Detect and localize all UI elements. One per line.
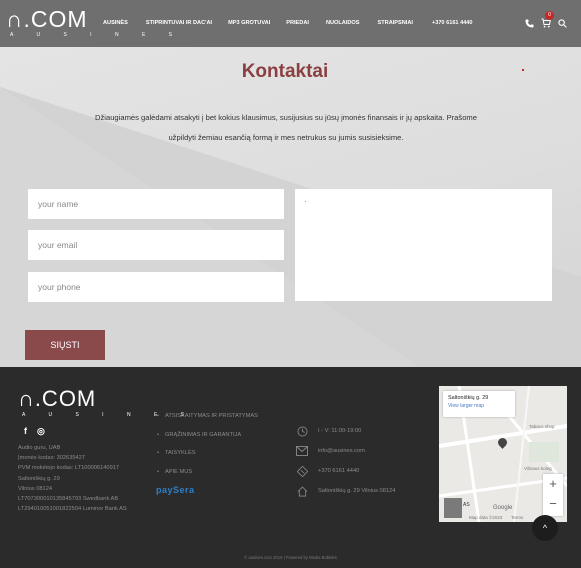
clock-icon <box>296 425 308 437</box>
footer-link-returns[interactable]: • GRĄŽINIMAS IR GARANTIJA <box>157 432 258 451</box>
contact-section: Kontaktai Džiaugiamės galėdami atsakyti … <box>0 47 581 367</box>
contact-email[interactable]: info@ausines.com <box>296 441 395 461</box>
map-zoom-controls: + − <box>543 474 563 516</box>
scroll-top-button[interactable]: ^ <box>532 515 558 541</box>
search-icon[interactable] <box>558 18 567 31</box>
footer-link-label: GRĄŽINIMAS IR GARANTIJA <box>165 431 242 438</box>
zoom-out-button[interactable]: − <box>543 494 563 514</box>
phone-icon[interactable] <box>525 18 534 31</box>
google-brand: Google <box>493 505 513 511</box>
contact-phone[interactable]: +370 6161 4440 <box>296 461 395 481</box>
bullet-icon: • <box>157 413 159 419</box>
name-placeholder: your name <box>38 199 79 209</box>
cart-icon[interactable]: 0 <box>541 11 554 31</box>
cart-count-badge: 0 <box>545 11 554 20</box>
paysera-logo: paySera <box>156 485 195 495</box>
map-street-label: Tabaco shop <box>529 424 555 429</box>
contact-address-text: Saltoniškių g. 29 Vilnius 08124 <box>318 488 396 494</box>
textarea-cursor <box>305 201 306 202</box>
company-line: Vilnius 08124 <box>18 485 53 492</box>
google-map[interactable]: Saltoniškių g. 29 View larger map Vilnia… <box>439 386 567 522</box>
logo-text: ∩.COM <box>6 6 88 32</box>
map-info-card: Saltoniškių g. 29 View larger map <box>443 391 515 417</box>
page-title: Kontaktai <box>241 61 329 82</box>
contact-phone-text: +370 6161 4440 <box>318 468 360 474</box>
phone-icon <box>296 465 308 477</box>
footer-logo-text: ∩.COM <box>18 386 97 411</box>
main-nav: AUSINĖS STIPRINTUVAI IR DAC'AI MP3 GROTU… <box>103 20 473 26</box>
footer-links: • ATSISKAITYMAS IR PRISTATYMAS • GRĄŽINIMA… <box>157 413 258 487</box>
company-line: Įmonės kodas: 302635427 <box>18 455 86 462</box>
decorative-dot <box>522 69 524 71</box>
bullet-icon: • <box>157 450 159 456</box>
map-data-label: Map data ©2023 <box>469 515 503 520</box>
footer-link-shipping[interactable]: • ATSISKAITYMAS IR PRISTATYMAS <box>157 413 258 432</box>
nav-item-ausines[interactable]: AUSINĖS <box>103 20 128 26</box>
company-line: Saltoniškių g. 29 <box>18 475 60 482</box>
nav-item-priedai[interactable]: PRIEDAI <box>286 20 309 26</box>
contact-info: I - V: 11:00-19:00 info@ausines.com +370… <box>296 421 395 501</box>
company-line: Audio guru, UAB <box>18 445 61 451</box>
phone-placeholder: your phone <box>38 282 81 292</box>
footer-link-label: APIE MUS <box>165 468 193 475</box>
name-field[interactable]: your name <box>28 189 284 219</box>
company-info: Audio guru, UAB Įmonės kodas: 302635427 … <box>18 443 127 514</box>
footer-link-label: ATSISKAITYMAS IR PRISTATYMAS <box>165 413 258 419</box>
mail-icon <box>296 445 308 457</box>
page: ∩.COM A U S I N E S AUSINĖS STIPRINTUVAI… <box>0 0 581 568</box>
map-terms-link[interactable]: Terms <box>511 515 523 520</box>
instagram-icon[interactable]: ◎ <box>37 426 45 437</box>
nav-item-stiprintuvai[interactable]: STIPRINTUVAI IR DAC'AI <box>146 20 212 26</box>
logo-subtext: A U S I N E S <box>10 32 184 38</box>
bullet-icon: • <box>157 431 159 438</box>
bullet-icon: • <box>157 468 159 475</box>
contact-address: Saltoniškių g. 29 Vilnius 08124 <box>296 481 395 501</box>
map-street-label: Vilniaus koleg <box>524 466 552 471</box>
map-street-label: AS <box>463 502 470 508</box>
contact-hours: I - V: 11:00-19:00 <box>296 421 395 441</box>
header-icons: 0 <box>518 11 567 31</box>
social-links: f ◎ <box>24 426 55 437</box>
email-placeholder: your email <box>38 240 78 250</box>
zoom-in-button[interactable]: + <box>543 474 563 494</box>
phone-field[interactable]: your phone <box>28 272 284 302</box>
company-line: PVM mokėtojo kodas: LT100006140917 <box>18 465 120 472</box>
company-line: LT707300010135845793 Swedbank AB <box>18 496 119 503</box>
facebook-icon[interactable]: f <box>24 426 27 437</box>
contact-hours-text: I - V: 11:00-19:00 <box>318 428 362 434</box>
nav-item-phone[interactable]: +370 6161 4440 <box>432 20 473 26</box>
map-larger-link[interactable]: View larger map <box>448 403 515 409</box>
contact-email-text: info@ausines.com <box>318 448 365 454</box>
site-header: ∩.COM A U S I N E S AUSINĖS STIPRINTUVAI… <box>0 0 581 47</box>
nav-item-straipsniai[interactable]: STRAIPSNIAI <box>378 20 413 26</box>
site-footer: ∩.COM A U S I N E S f ◎ Audio guru, UAB … <box>0 367 581 568</box>
email-field[interactable]: your email <box>28 230 284 260</box>
home-icon <box>296 485 308 497</box>
send-button[interactable]: SIŲSTI <box>25 330 105 360</box>
message-textarea[interactable] <box>295 189 552 301</box>
chevron-up-icon: ^ <box>542 523 548 533</box>
map-place-title: Saltoniškių g. 29 <box>448 395 489 401</box>
intro-text: Džiaugiamės galėdami atsakyti į bet koki… <box>95 113 477 142</box>
footer-link-rules[interactable]: • TAISYKLĖS <box>157 450 258 469</box>
nav-item-nuolaidos[interactable]: NUOLAIDOS <box>326 20 360 26</box>
company-line: LT294010051001822504 Luminor Bank AS <box>18 506 127 513</box>
footer-link-label: TAISYKLĖS <box>165 450 196 456</box>
nav-item-mp3[interactable]: MP3 GROTUVAI <box>228 20 270 26</box>
copyright-text: © ausines.com 2019 | Powered by Media Bu… <box>244 555 337 560</box>
